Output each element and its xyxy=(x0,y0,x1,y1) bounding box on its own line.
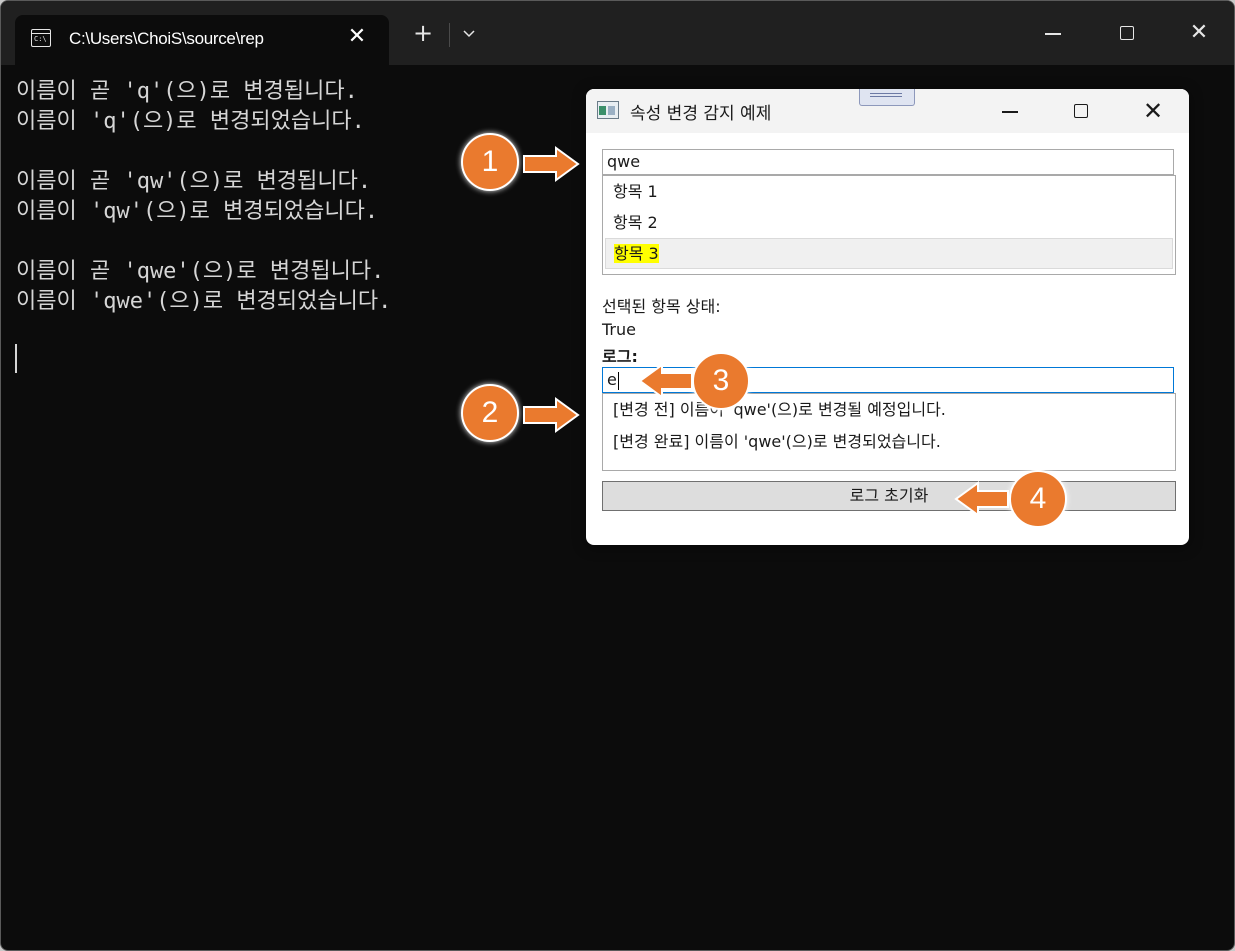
dialog-title: 속성 변경 감지 예제 xyxy=(630,104,772,124)
tab-title: C:\Users\ChoiS\source\rep xyxy=(69,29,264,48)
new-tab-button[interactable]: + xyxy=(403,19,443,49)
minimize-button[interactable] xyxy=(1023,15,1083,51)
callout-arrow-left-icon xyxy=(638,363,693,399)
close-tab-icon[interactable]: ✕ xyxy=(345,25,369,49)
callout-arrow-right-icon xyxy=(523,397,580,433)
name-input[interactable]: qwe xyxy=(602,149,1174,175)
maximize-button[interactable] xyxy=(1097,15,1157,51)
terminal-titlebar: C:\ C:\Users\ChoiS\source\rep ✕ + ✕ xyxy=(1,1,1234,65)
list-item-selected[interactable]: 항목 3 xyxy=(605,238,1173,269)
app-icon xyxy=(597,101,619,119)
log-entry-label: [변경 전] 이름이 'qwe'(으)로 변경될 예정입니다. xyxy=(613,400,946,419)
list-item[interactable]: 항목 1 xyxy=(603,176,1175,207)
callout-arrow-left-icon xyxy=(954,481,1009,517)
list-item[interactable]: 항목 2 xyxy=(603,207,1175,238)
terminal-tab[interactable]: C:\ C:\Users\ChoiS\source\rep ✕ xyxy=(15,15,389,65)
console-output: 이름이 곧 'q'(으)로 변경됩니다. 이름이 'q'(으)로 변경되었습니다.… xyxy=(16,77,391,317)
selected-status-label: 선택된 항목 상태: xyxy=(602,297,721,316)
item-list[interactable]: 항목 1 항목 2 항목 3 xyxy=(602,175,1176,275)
console-icon: C:\ xyxy=(31,29,51,47)
close-window-button[interactable]: ✕ xyxy=(1169,15,1229,51)
dialog-maximize-button[interactable] xyxy=(1057,93,1105,129)
text-cursor xyxy=(15,344,17,373)
callout-3: 3 xyxy=(692,352,750,410)
console-line: 이름이 곧 'qw'(으)로 변경됩니다. xyxy=(16,169,372,194)
grip-handle-icon[interactable] xyxy=(859,89,915,106)
console-line: 이름이 'qw'(으)로 변경되었습니다. xyxy=(16,199,379,224)
callout-2: 2 xyxy=(461,384,519,442)
log-entry[interactable]: [변경 완료] 이름이 'qwe'(으)로 변경되었습니다. xyxy=(603,426,1175,458)
console-line: 이름이 'qwe'(으)로 변경되었습니다. xyxy=(16,289,392,314)
console-line: 이름이 'q'(으)로 변경되었습니다. xyxy=(16,109,365,134)
dialog-titlebar[interactable]: 속성 변경 감지 예제 ✕ xyxy=(586,89,1189,133)
dialog-body: qwe 항목 1 항목 2 항목 3 선택된 항목 상태: True 로그: e… xyxy=(586,133,1189,545)
reset-log-button[interactable]: 로그 초기화 xyxy=(602,481,1176,511)
log-input-value: e xyxy=(607,370,617,389)
log-list[interactable]: [변경 전] 이름이 'qwe'(으)로 변경될 예정입니다. [변경 완료] … xyxy=(602,393,1176,471)
dialog-window: 속성 변경 감지 예제 ✕ qwe 항목 1 항목 2 항목 3 선택된 항목 … xyxy=(586,89,1189,545)
log-label: 로그: xyxy=(602,347,638,366)
list-item-label: 항목 2 xyxy=(613,213,658,232)
chevron-down-icon[interactable] xyxy=(449,19,489,49)
callout-1: 1 xyxy=(461,133,519,191)
log-entry-label: [변경 완료] 이름이 'qwe'(으)로 변경되었습니다. xyxy=(613,432,941,451)
dialog-close-button[interactable]: ✕ xyxy=(1129,93,1177,129)
console-line: 이름이 곧 'q'(으)로 변경됩니다. xyxy=(16,79,358,104)
console-line: 이름이 곧 'qwe'(으)로 변경됩니다. xyxy=(16,259,385,284)
list-item-label: 항목 3 xyxy=(614,244,659,263)
text-caret xyxy=(617,371,619,390)
selected-status-value: True xyxy=(602,320,636,339)
dialog-minimize-button[interactable] xyxy=(986,93,1034,129)
callout-4: 4 xyxy=(1009,470,1067,528)
callout-arrow-right-icon xyxy=(523,146,580,182)
list-item-label: 항목 1 xyxy=(613,182,658,201)
